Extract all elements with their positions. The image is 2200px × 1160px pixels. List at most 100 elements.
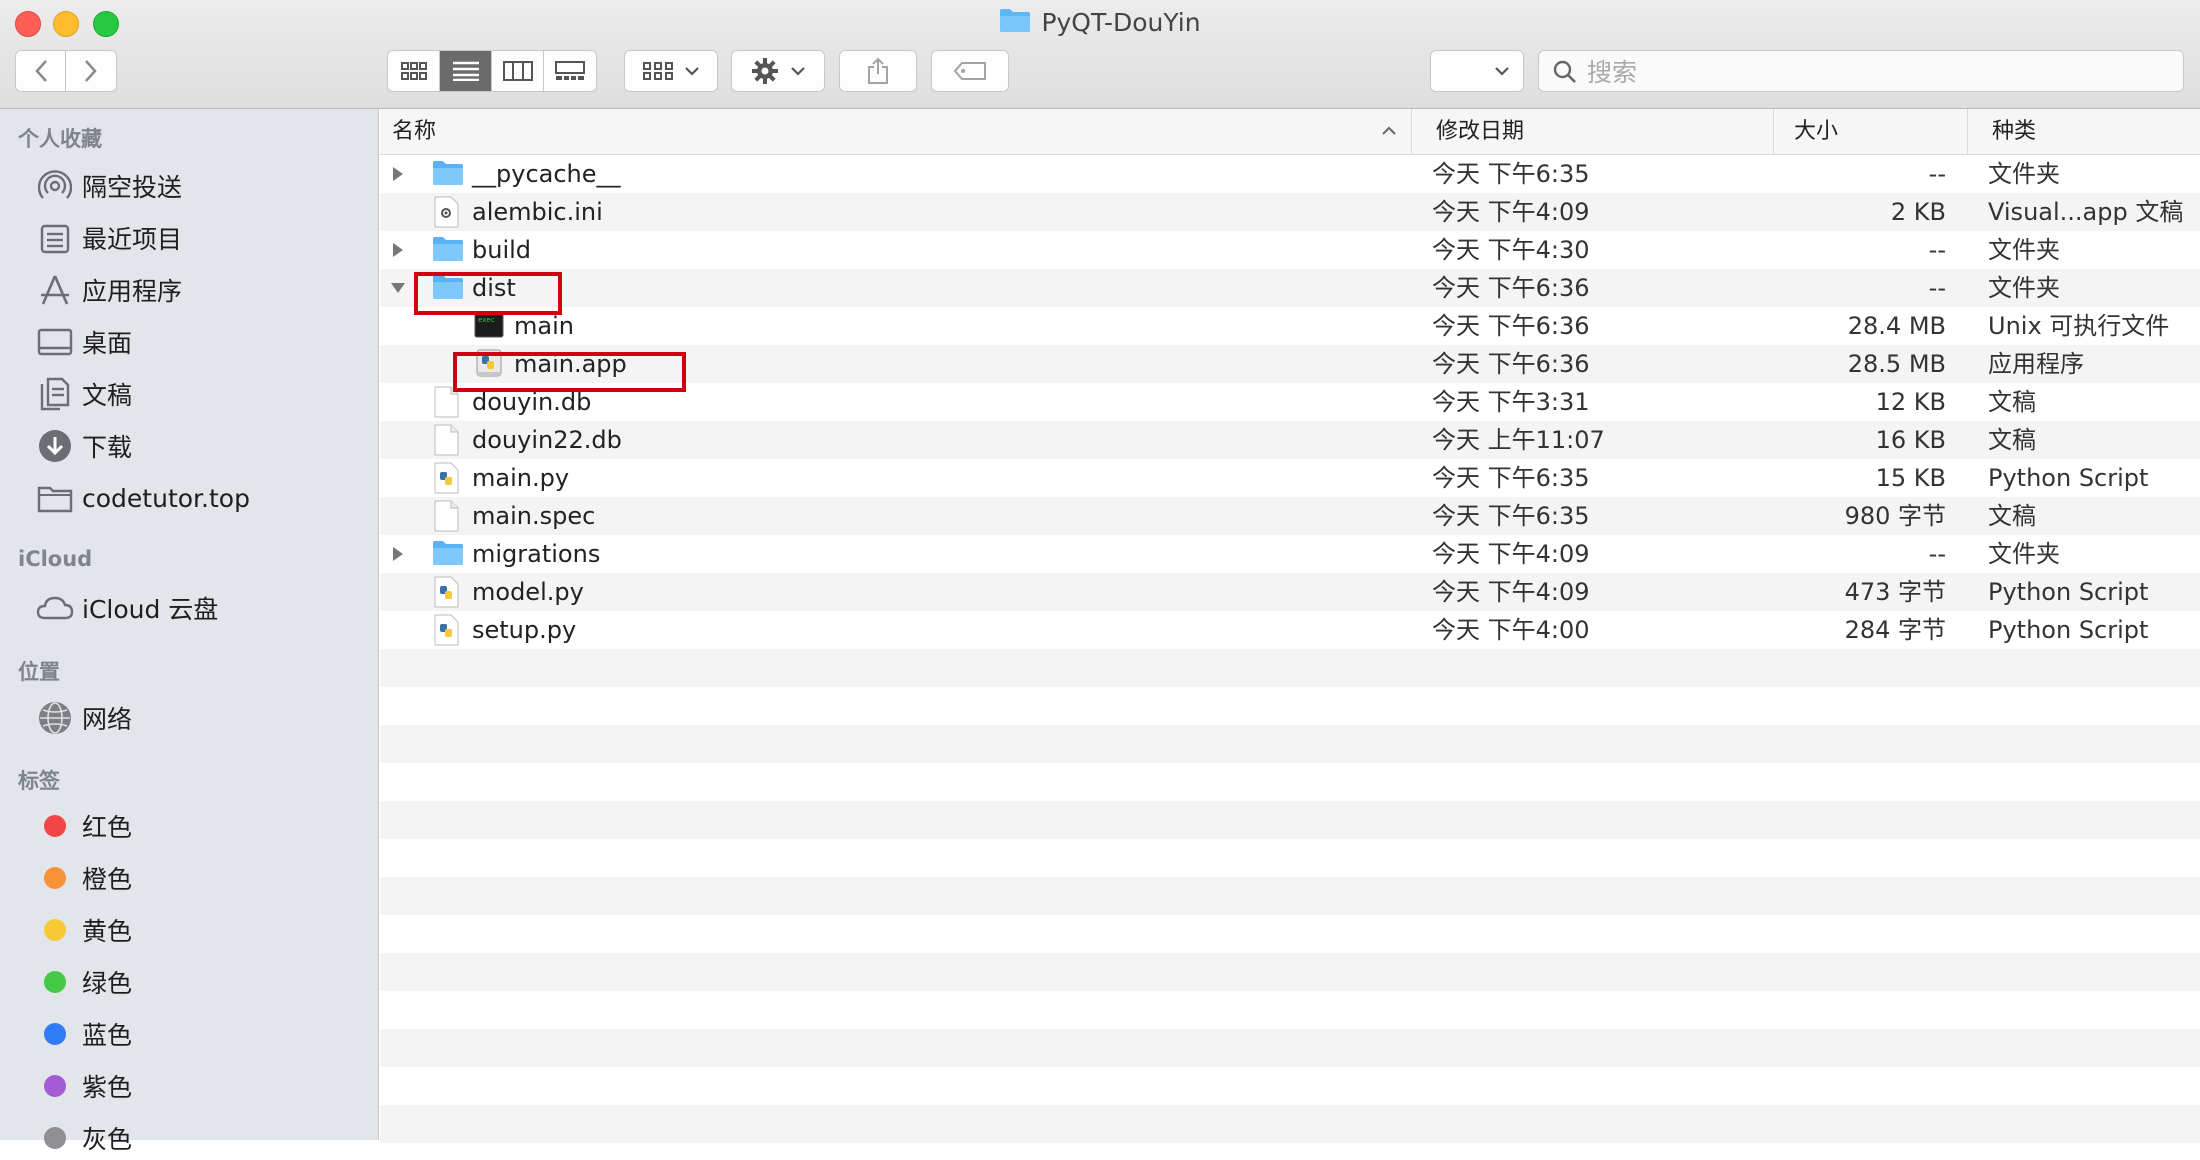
file-kind: 文件夹 — [1988, 274, 2060, 302]
disclosure-collapsed-icon[interactable] — [388, 535, 408, 573]
search-input[interactable] — [1585, 55, 2179, 89]
sidebar-tag-gray[interactable]: 灰色 — [36, 1116, 366, 1160]
disclosure-expanded-icon[interactable] — [388, 269, 408, 307]
file-size: -- — [1928, 160, 1946, 188]
file-name: model.py — [472, 578, 584, 606]
file-size: 15 KB — [1875, 464, 1946, 492]
column-header-label: 名称 — [392, 119, 437, 144]
disclosure-collapsed-icon[interactable] — [388, 155, 408, 193]
column-view-button[interactable] — [492, 51, 544, 91]
finder-window: PyQT-DouYin 搜索 个人收藏 隔空投送 最近项目 应用程序 桌面 文稿… — [0, 0, 2200, 1154]
table-row[interactable]: setup.py 今天 下午4:00 284 字节 Python Script — [380, 611, 2200, 649]
recents-icon — [36, 219, 74, 257]
file-date: 今天 下午4:09 — [1432, 198, 1590, 226]
favorites-header: 个人收藏 — [18, 127, 102, 151]
table-row[interactable]: douyin22.db 今天 上午11:07 16 KB 文稿 — [380, 421, 2200, 459]
icon-view-button[interactable] — [388, 51, 440, 91]
sidebar-item-icloud-drive[interactable]: iCloud 云盘 — [36, 586, 366, 630]
empty-row — [380, 725, 2200, 763]
sidebar-item-label: 下载 — [82, 433, 133, 462]
sidebar-item-recents[interactable]: 最近项目 — [36, 216, 366, 260]
group-by-button[interactable] — [624, 50, 718, 92]
sidebar-tag-orange[interactable]: 橙色 — [36, 856, 366, 900]
empty-row — [380, 687, 2200, 725]
empty-row — [380, 1105, 2200, 1143]
column-header-name[interactable]: 名称 — [380, 109, 1412, 154]
list-lines-icon — [452, 61, 479, 81]
sidebar-item-documents[interactable]: 文稿 — [36, 372, 366, 416]
table-row[interactable]: model.py 今天 下午4:09 473 字节 Python Script — [380, 573, 2200, 611]
search-icon — [1553, 60, 1577, 88]
file-size: -- — [1928, 540, 1946, 568]
sidebar-item-downloads[interactable]: 下载 — [36, 424, 366, 468]
tags-button[interactable] — [931, 50, 1009, 92]
column-header-size[interactable]: 大小 — [1774, 109, 1968, 154]
file-kind: 文件夹 — [1988, 160, 2060, 188]
table-row[interactable]: main.py 今天 下午6:35 15 KB Python Script — [380, 459, 2200, 497]
file-name: alembic.ini — [472, 198, 603, 226]
sort-dropdown[interactable] — [1430, 50, 1524, 92]
column-header-label: 种类 — [1992, 119, 2037, 144]
sidebar-item-network[interactable]: 网络 — [36, 696, 366, 740]
sidebar-item-applications[interactable]: 应用程序 — [36, 268, 366, 312]
applications-icon — [36, 271, 74, 309]
empty-row — [380, 915, 2200, 953]
file-date: 今天 下午6:36 — [1432, 350, 1590, 378]
tag-icon — [953, 62, 986, 80]
file-kind: Unix 可执行文件 — [1988, 312, 2170, 340]
sidebar-tag-purple[interactable]: 紫色 — [36, 1064, 366, 1108]
highlight-box — [453, 352, 686, 392]
group-grid-icon — [643, 62, 673, 80]
folder-icon — [999, 7, 1031, 42]
file-name: migrations — [472, 540, 601, 568]
search-field[interactable] — [1538, 50, 2184, 92]
file-size: 284 字节 — [1844, 616, 1946, 644]
column-header-kind[interactable]: 种类 — [1968, 109, 2200, 154]
highlight-box — [414, 272, 562, 315]
sidebar-tag-yellow[interactable]: 黄色 — [36, 908, 366, 952]
folder-icon — [36, 479, 74, 517]
disclosure-collapsed-icon[interactable] — [388, 231, 408, 269]
table-row[interactable]: __pycache__ 今天 下午6:35 -- 文件夹 — [380, 155, 2200, 193]
gallery-view-button[interactable] — [544, 51, 596, 91]
icon-grid-icon — [400, 62, 427, 80]
file-size: 16 KB — [1875, 426, 1946, 454]
back-button[interactable] — [16, 51, 66, 91]
python-file-icon — [432, 576, 464, 608]
sidebar-tag-green[interactable]: 绿色 — [36, 960, 366, 1004]
file-size: 28.5 MB — [1847, 350, 1946, 378]
sidebar-tag-blue[interactable]: 蓝色 — [36, 1012, 366, 1056]
empty-row — [380, 1029, 2200, 1067]
file-name: main.py — [472, 464, 570, 492]
list-view-button[interactable] — [440, 51, 492, 91]
documents-icon — [36, 375, 74, 413]
column-header-date[interactable]: 修改日期 — [1412, 109, 1774, 154]
sidebar-item-codetutor[interactable]: codetutor.top — [36, 476, 366, 520]
empty-row — [380, 953, 2200, 991]
table-row[interactable]: migrations 今天 下午4:09 -- 文件夹 — [380, 535, 2200, 573]
forward-button[interactable] — [66, 51, 116, 91]
table-row[interactable]: dist 今天 下午6:36 -- 文件夹 — [380, 269, 2200, 307]
sidebar-tag-red[interactable]: 红色 — [36, 804, 366, 848]
table-row[interactable]: exec main 今天 下午6:36 28.4 MB Unix 可执行文件 — [380, 307, 2200, 345]
sidebar-item-label: 橙色 — [82, 865, 133, 894]
table-row[interactable]: main.spec 今天 下午6:35 980 字节 文稿 — [380, 497, 2200, 535]
sidebar-item-desktop[interactable]: 桌面 — [36, 320, 366, 364]
share-icon — [868, 57, 888, 84]
sidebar-item-airdrop[interactable]: 隔空投送 — [36, 164, 366, 208]
table-row[interactable]: build 今天 下午4:30 -- 文件夹 — [380, 231, 2200, 269]
file-kind: 文稿 — [1988, 502, 2036, 530]
file-name: main.spec — [472, 502, 596, 530]
file-kind: Python Script — [1988, 464, 2149, 492]
share-button[interactable] — [839, 50, 917, 92]
sidebar-item-label: 最近项目 — [82, 225, 183, 254]
table-row[interactable]: alembic.ini 今天 下午4:09 2 KB Visual...app 文稿 — [380, 193, 2200, 231]
svg-text:exec: exec — [478, 316, 495, 324]
action-menu-button[interactable] — [731, 50, 825, 92]
file-date: 今天 下午3:31 — [1432, 388, 1590, 416]
empty-row — [380, 649, 2200, 687]
file-size: 12 KB — [1875, 388, 1946, 416]
chevron-left-icon — [34, 60, 47, 82]
tag-dot — [44, 815, 66, 837]
tag-dot — [44, 919, 66, 941]
